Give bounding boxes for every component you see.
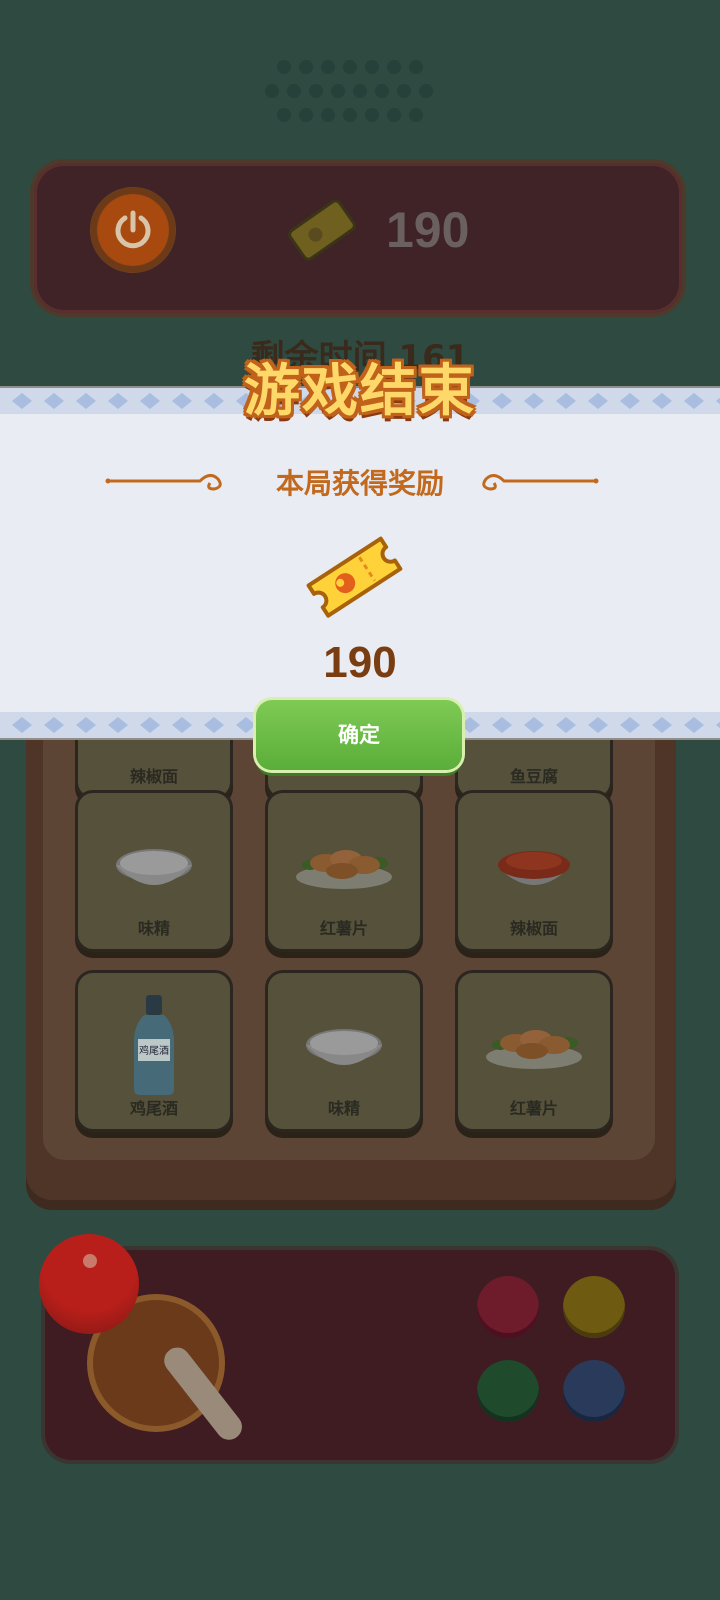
diamond-mark xyxy=(12,717,32,733)
diamond-mark xyxy=(140,717,160,733)
food-tile[interactable]: 味精 xyxy=(75,790,233,952)
speaker-dot xyxy=(287,84,301,98)
speaker-dot xyxy=(387,60,401,74)
diamond-mark xyxy=(172,717,192,733)
speaker-dot xyxy=(299,108,313,122)
diamond-mark xyxy=(684,717,704,733)
diamond-mark xyxy=(652,717,672,733)
button-green[interactable] xyxy=(477,1360,539,1422)
food-tile[interactable]: 味精 xyxy=(265,970,423,1132)
button-pink[interactable] xyxy=(477,1276,539,1338)
diamond-mark xyxy=(620,717,640,733)
diamond-mark xyxy=(524,717,544,733)
speaker-dot xyxy=(387,108,401,122)
svg-text:鸡尾酒: 鸡尾酒 xyxy=(139,1044,169,1057)
speaker-dot xyxy=(419,84,433,98)
speaker-dot xyxy=(409,60,423,74)
speaker-dot xyxy=(299,60,313,74)
tile-label: 鸡尾酒 xyxy=(129,1099,178,1118)
speaker-dot xyxy=(343,60,357,74)
msg-bowl-icon xyxy=(116,849,192,885)
score-counter: 190 xyxy=(386,202,470,258)
reward-header: 本局获得奖励 xyxy=(0,462,720,502)
cocktail-bottle-icon: 鸡尾酒 xyxy=(134,995,174,1095)
confirm-button[interactable]: 确定 xyxy=(256,700,462,770)
dialog-title: 游戏结束 xyxy=(244,359,476,424)
food-tile[interactable]: 红薯片 xyxy=(265,790,423,952)
diamond-mark xyxy=(44,717,64,733)
speaker-dot xyxy=(331,84,345,98)
speaker-dot xyxy=(321,108,335,122)
tile-label: 鱼豆腐 xyxy=(509,767,558,786)
food-tile[interactable]: 鸡尾酒 鸡尾酒 xyxy=(75,970,233,1132)
chili-powder-icon xyxy=(498,851,570,885)
reward-amount: 190 xyxy=(323,638,397,687)
speaker-grille xyxy=(265,60,455,130)
diamond-mark xyxy=(460,717,480,733)
power-icon xyxy=(115,210,151,249)
tile-label: 味精 xyxy=(137,919,170,938)
power-button[interactable] xyxy=(90,187,176,273)
ornament-right-icon xyxy=(482,474,599,491)
diamond-mark xyxy=(556,717,576,733)
msg-bowl-icon xyxy=(306,1029,382,1065)
sweet-potato-chips-icon xyxy=(296,850,392,889)
speaker-dot xyxy=(375,84,389,98)
reward-ticket-icon xyxy=(306,536,403,618)
diamond-mark xyxy=(204,717,224,733)
tile-label: 辣椒面 xyxy=(509,919,558,938)
reward-label: 本局获得奖励 xyxy=(275,467,444,500)
speaker-dot xyxy=(365,108,379,122)
tile-label: 味精 xyxy=(327,1099,360,1118)
diamond-mark xyxy=(108,717,128,733)
diamond-mark xyxy=(236,717,256,733)
speaker-dot xyxy=(309,84,323,98)
ticket-icon xyxy=(288,199,356,261)
speaker-dot xyxy=(409,108,423,122)
button-yellow[interactable] xyxy=(563,1276,625,1338)
food-tile[interactable]: 辣椒面 xyxy=(455,790,613,952)
speaker-dot xyxy=(265,84,279,98)
speaker-dot xyxy=(365,60,379,74)
top-panel: 190 xyxy=(34,163,682,313)
speaker-dot xyxy=(277,60,291,74)
diamond-mark xyxy=(492,717,512,733)
sweet-potato-chips-icon xyxy=(486,1030,582,1069)
tile-label: 辣椒面 xyxy=(129,767,178,786)
food-tile[interactable]: 红薯片 xyxy=(455,970,613,1132)
speaker-dot xyxy=(397,84,411,98)
speaker-dot xyxy=(277,108,291,122)
controller-panel xyxy=(39,1234,675,1460)
diamond-mark xyxy=(76,717,96,733)
speaker-dot xyxy=(353,84,367,98)
joystick-stick[interactable] xyxy=(158,1342,248,1446)
diamond-mark xyxy=(588,717,608,733)
tile-label: 红薯片 xyxy=(509,1099,558,1118)
speaker-dot xyxy=(321,60,335,74)
tile-label: 红薯片 xyxy=(319,919,368,938)
speaker-dot xyxy=(343,108,357,122)
button-blue[interactable] xyxy=(563,1360,625,1422)
diamond-mark xyxy=(716,721,720,729)
